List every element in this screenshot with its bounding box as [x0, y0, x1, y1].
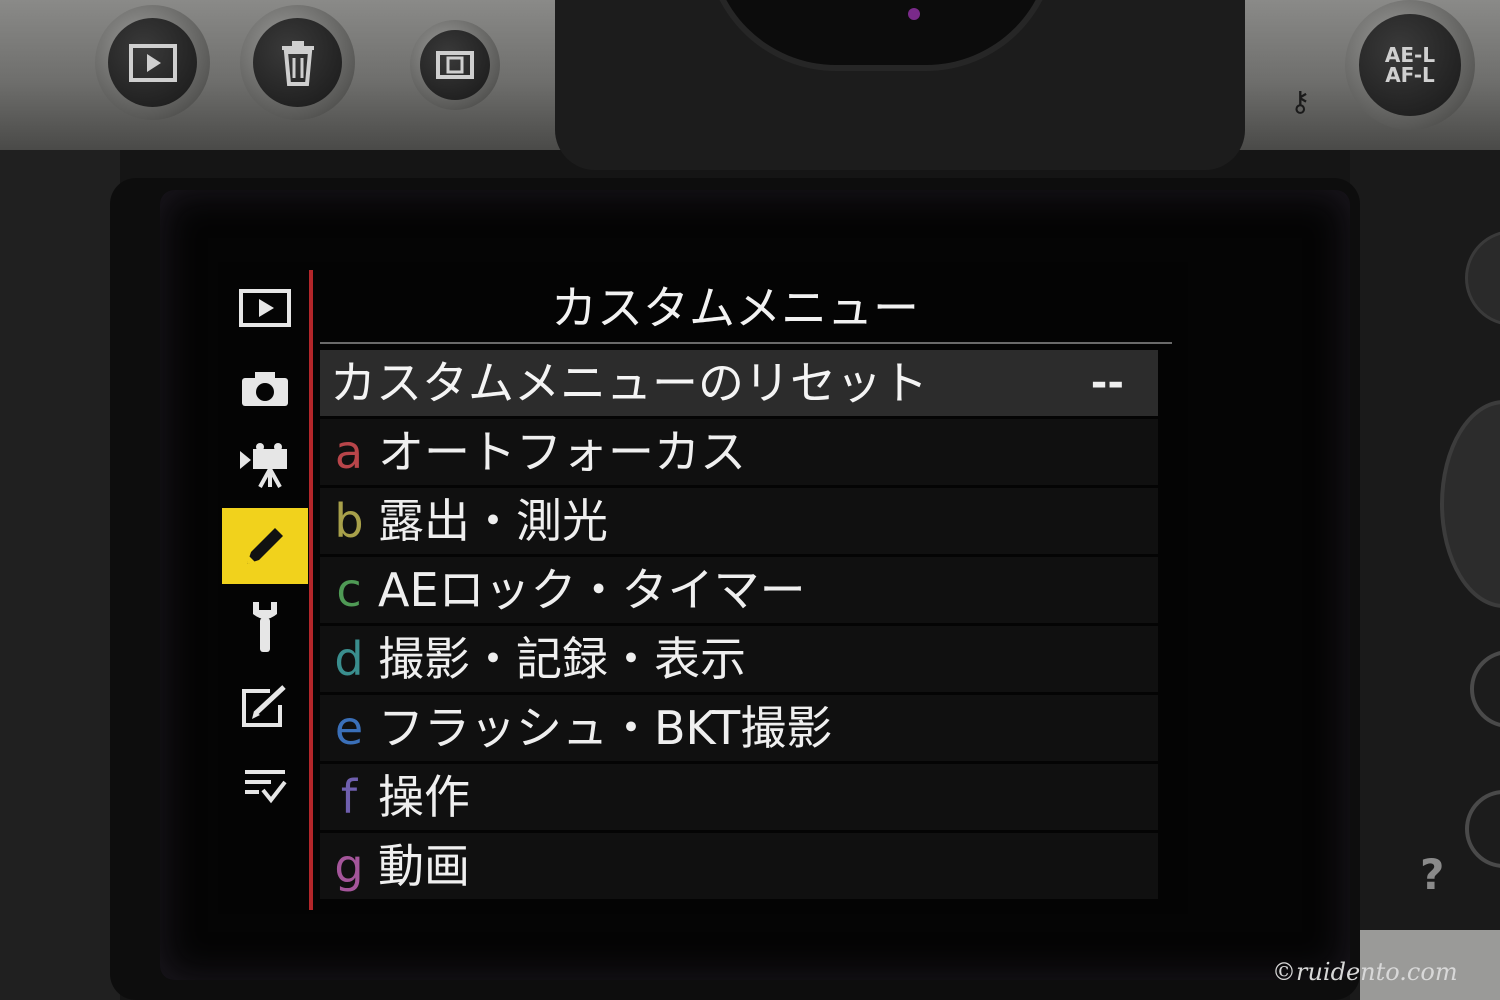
menu-item-c-timers-ae-lock[interactable]: c AEロック・タイマー [320, 557, 1158, 623]
retouch-icon [242, 685, 286, 727]
menu-item-label: AEロック・タイマー [378, 563, 806, 617]
menu-item-b-metering-exposure[interactable]: b 露出・測光 [320, 488, 1158, 554]
trash-icon [281, 40, 314, 86]
tab-retouch-menu[interactable] [222, 668, 308, 744]
eyepiece-glint [908, 8, 920, 20]
menu-item-label: カスタムメニューのリセット [330, 356, 928, 410]
menu-item-e-bracketing-flash[interactable]: e フラッシュ・BKT撮影 [320, 695, 1158, 761]
tab-my-menu[interactable] [222, 748, 308, 824]
menu-item-d-shooting-display[interactable]: d 撮影・記録・表示 [320, 626, 1158, 692]
playback-button[interactable] [95, 5, 210, 120]
menu-item-value: -- [1090, 360, 1124, 406]
menu-item-a-autofocus[interactable]: a オートフォーカス [320, 419, 1158, 485]
delete-button[interactable] [240, 5, 355, 120]
menu-item-letter: a [334, 425, 364, 479]
ae-af-lock-button[interactable]: AE-L AF-L [1345, 0, 1475, 130]
playback-icon [239, 289, 291, 327]
menu-item-label: 露出・測光 [378, 494, 608, 548]
page-title: カスタムメニュー [551, 281, 919, 335]
menu-divider [309, 270, 313, 910]
pencil-icon [247, 528, 283, 564]
menu-item-letter: f [340, 770, 358, 824]
my-menu-icon [245, 770, 287, 804]
menu-item-letter: g [334, 839, 364, 893]
menu-item-label: フラッシュ・BKT撮影 [378, 701, 833, 755]
tab-photo-shooting-menu[interactable] [222, 350, 308, 426]
menu-item-label: 動画 [378, 839, 470, 893]
tab-playback-menu[interactable] [222, 270, 308, 346]
menu-item-letter: d [334, 632, 364, 686]
menu-item-letter: e [334, 701, 364, 755]
wrench-icon [253, 602, 277, 652]
menu-tab-bar [222, 270, 310, 910]
watermark: ©ruidento.com [1272, 958, 1458, 986]
tab-custom-settings-menu[interactable] [222, 508, 308, 584]
help-label: ? [1420, 850, 1445, 899]
playback-icon [128, 43, 177, 82]
camera-icon [242, 372, 288, 406]
movie-camera-icon [240, 443, 287, 488]
af-lock-label: AF-L [1385, 62, 1435, 87]
protect-key-icon: ⚷ [1290, 85, 1311, 118]
tab-movie-shooting-menu[interactable] [222, 428, 308, 504]
custom-settings-list: カスタムメニューのリセット -- a オートフォーカス b 露出・測光 c AE… [320, 350, 1158, 902]
display-mode-icon [436, 51, 474, 79]
display-mode-button[interactable] [410, 20, 500, 110]
menu-item-letter: c [336, 563, 362, 617]
menu-item-g-movie[interactable]: g 動画 [320, 833, 1158, 899]
menu-item-reset-custom-settings[interactable]: カスタムメニューのリセット -- [320, 350, 1158, 416]
menu-item-label: 撮影・記録・表示 [378, 632, 746, 686]
title-underline [320, 342, 1172, 344]
tab-setup-menu[interactable] [222, 588, 308, 664]
menu-item-label: オートフォーカス [378, 425, 746, 479]
menu-item-f-controls[interactable]: f 操作 [320, 764, 1158, 830]
menu-item-label: 操作 [378, 770, 470, 824]
camera-left-grip [0, 150, 120, 1000]
menu-item-letter: b [334, 494, 364, 548]
